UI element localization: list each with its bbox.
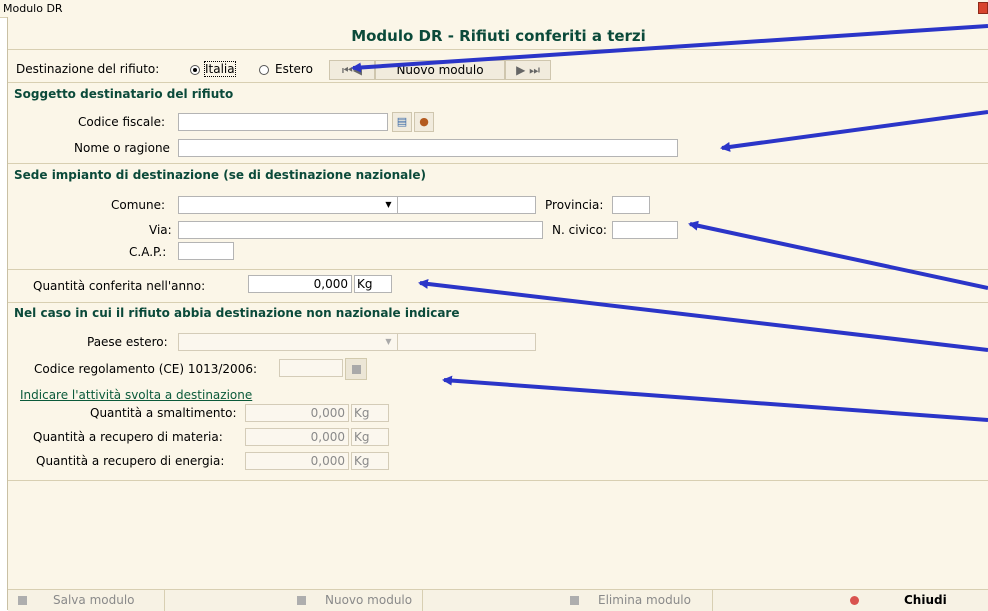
close-icon — [850, 596, 859, 605]
new-module-button[interactable]: Nuovo modulo — [285, 590, 423, 611]
nome-label: Nome o ragione — [74, 141, 170, 155]
comune-label: Comune: — [111, 198, 166, 212]
nav-new-module-button[interactable]: Nuovo modulo — [375, 60, 505, 80]
register-icon: ▤ — [396, 115, 408, 128]
divider — [8, 82, 988, 83]
paese-label: Paese estero: — [87, 335, 168, 349]
first-record-icon: ⏮ — [341, 63, 353, 77]
via-label: Via: — [149, 223, 172, 237]
nav-first-prev-button[interactable]: ⏮◀ — [329, 60, 375, 80]
paese-description — [398, 333, 536, 351]
delete-icon — [570, 596, 579, 605]
comune-dropdown[interactable]: ▼ — [178, 196, 398, 214]
last-record-icon: ⏭ — [529, 63, 540, 77]
energia-unit: Kg — [351, 452, 389, 470]
codice-regolamento-lookup-button[interactable] — [345, 358, 367, 380]
window-title-bar: Modulo DR — [0, 0, 988, 18]
destination-label: Destinazione del rifiuto: — [16, 62, 160, 76]
radio-italia[interactable] — [190, 65, 200, 75]
quantita-input[interactable]: 0,000 — [248, 275, 352, 293]
radio-estero[interactable] — [259, 65, 269, 75]
quantita-unit: Kg — [354, 275, 392, 293]
next-record-icon: ▶ — [516, 63, 526, 77]
via-input[interactable] — [178, 221, 543, 239]
search-person-button[interactable]: ● — [414, 112, 434, 132]
materia-input[interactable]: 0,000 — [245, 428, 349, 446]
cap-input[interactable] — [178, 242, 234, 260]
close-button[interactable]: Chiudi — [838, 590, 988, 611]
form-frame: Modulo DR - Rifiuti conferiti a terzi De… — [7, 17, 988, 611]
person-icon: ● — [419, 115, 429, 128]
radio-estero-label[interactable]: Estero — [275, 62, 313, 76]
save-icon — [18, 596, 27, 605]
divider — [8, 163, 988, 164]
save-module-button[interactable]: Salva modulo — [8, 590, 165, 611]
section-estero-title: Nel caso in cui il rifiuto abbia destina… — [14, 306, 460, 320]
attivita-link[interactable]: Indicare l'attività svolta a destinazion… — [20, 388, 252, 402]
civico-input[interactable] — [612, 221, 678, 239]
smaltimento-label: Quantità a smaltimento: — [90, 406, 237, 420]
comune-description — [398, 196, 536, 214]
chevron-down-icon: ▼ — [381, 198, 396, 212]
divider — [8, 302, 988, 303]
search-register-button[interactable]: ▤ — [392, 112, 412, 132]
chevron-down-icon: ▼ — [381, 335, 396, 349]
nav-next-last-button[interactable]: ▶ ⏭ — [505, 60, 551, 80]
window-close-icon[interactable] — [978, 2, 988, 14]
section-soggetto-title: Soggetto destinatario del rifiuto — [14, 87, 234, 101]
nome-input[interactable] — [178, 139, 678, 157]
divider — [8, 269, 988, 270]
civico-label: N. civico: — [552, 223, 607, 237]
codice-fiscale-label: Codice fiscale: — [78, 115, 165, 129]
cap-label: C.A.P.: — [129, 245, 167, 259]
codice-fiscale-input[interactable] — [178, 113, 388, 131]
provincia-input[interactable] — [612, 196, 650, 214]
smaltimento-unit: Kg — [351, 404, 389, 422]
energia-label: Quantità a recupero di energia: — [36, 454, 225, 468]
footer-bar: Salva modulo Nuovo modulo Elimina modulo… — [8, 589, 988, 611]
provincia-label: Provincia: — [545, 198, 604, 212]
delete-module-button[interactable]: Elimina modulo — [556, 590, 713, 611]
codice-regolamento-input[interactable] — [279, 359, 343, 377]
materia-unit: Kg — [351, 428, 389, 446]
section-sede-title: Sede impianto di destinazione (se di des… — [14, 168, 426, 182]
window-title: Modulo DR — [3, 2, 63, 15]
divider — [8, 49, 988, 50]
energia-input[interactable]: 0,000 — [245, 452, 349, 470]
codice-regolamento-label: Codice regolamento (CE) 1013/2006: — [34, 362, 258, 376]
smaltimento-input[interactable]: 0,000 — [245, 404, 349, 422]
materia-label: Quantità a recupero di materia: — [33, 430, 223, 444]
paese-dropdown[interactable]: ▼ — [178, 333, 398, 351]
radio-italia-label[interactable]: Italia — [204, 61, 236, 77]
divider — [8, 480, 988, 481]
prev-record-icon: ◀ — [352, 63, 363, 77]
new-document-icon — [297, 596, 306, 605]
quantita-label: Quantità conferita nell'anno: — [33, 279, 206, 293]
page-title: Modulo DR - Rifiuti conferiti a terzi — [351, 27, 646, 45]
